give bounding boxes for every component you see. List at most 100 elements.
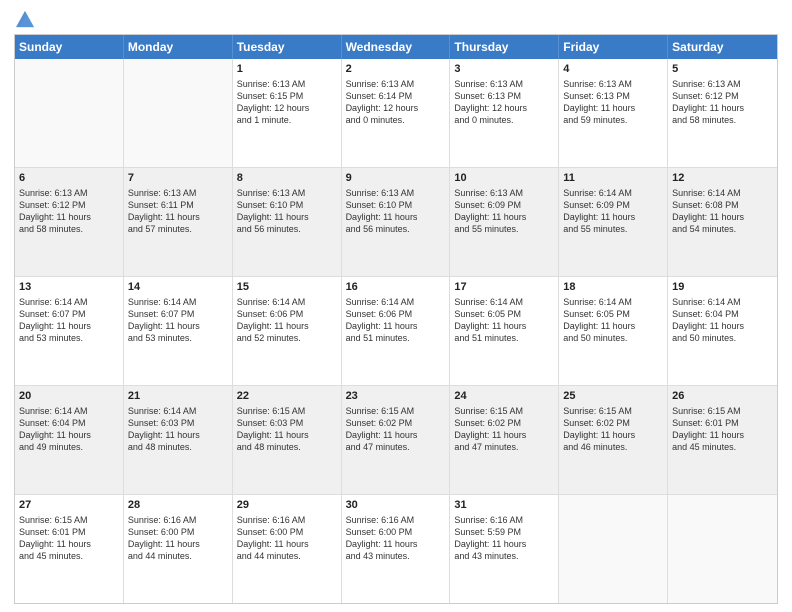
cell-info: Sunrise: 6:13 AM Sunset: 6:12 PM Dayligh… [672, 78, 773, 127]
day-number: 20 [19, 389, 119, 404]
cell-info: Sunrise: 6:14 AM Sunset: 6:06 PM Dayligh… [237, 296, 337, 345]
calendar-cell: 2Sunrise: 6:13 AM Sunset: 6:14 PM Daylig… [342, 59, 451, 167]
cell-info: Sunrise: 6:13 AM Sunset: 6:13 PM Dayligh… [563, 78, 663, 127]
week-row-4: 27Sunrise: 6:15 AM Sunset: 6:01 PM Dayli… [15, 494, 777, 603]
calendar-cell: 9Sunrise: 6:13 AM Sunset: 6:10 PM Daylig… [342, 168, 451, 276]
cell-info: Sunrise: 6:16 AM Sunset: 6:00 PM Dayligh… [128, 514, 228, 563]
calendar-cell: 12Sunrise: 6:14 AM Sunset: 6:08 PM Dayli… [668, 168, 777, 276]
cell-info: Sunrise: 6:13 AM Sunset: 6:13 PM Dayligh… [454, 78, 554, 127]
cell-info: Sunrise: 6:14 AM Sunset: 6:04 PM Dayligh… [19, 405, 119, 454]
day-number: 10 [454, 171, 554, 186]
cell-info: Sunrise: 6:13 AM Sunset: 6:09 PM Dayligh… [454, 187, 554, 236]
day-number: 6 [19, 171, 119, 186]
day-header-friday: Friday [559, 35, 668, 59]
cell-info: Sunrise: 6:13 AM Sunset: 6:10 PM Dayligh… [346, 187, 446, 236]
cell-info: Sunrise: 6:15 AM Sunset: 6:03 PM Dayligh… [237, 405, 337, 454]
cell-info: Sunrise: 6:13 AM Sunset: 6:11 PM Dayligh… [128, 187, 228, 236]
cell-info: Sunrise: 6:14 AM Sunset: 6:05 PM Dayligh… [454, 296, 554, 345]
calendar-cell: 30Sunrise: 6:16 AM Sunset: 6:00 PM Dayli… [342, 495, 451, 603]
calendar-cell: 4Sunrise: 6:13 AM Sunset: 6:13 PM Daylig… [559, 59, 668, 167]
cell-info: Sunrise: 6:15 AM Sunset: 6:02 PM Dayligh… [454, 405, 554, 454]
week-row-1: 6Sunrise: 6:13 AM Sunset: 6:12 PM Daylig… [15, 167, 777, 276]
calendar-cell: 15Sunrise: 6:14 AM Sunset: 6:06 PM Dayli… [233, 277, 342, 385]
calendar-cell: 11Sunrise: 6:14 AM Sunset: 6:09 PM Dayli… [559, 168, 668, 276]
cell-info: Sunrise: 6:13 AM Sunset: 6:14 PM Dayligh… [346, 78, 446, 127]
day-number: 19 [672, 280, 773, 295]
cell-info: Sunrise: 6:14 AM Sunset: 6:06 PM Dayligh… [346, 296, 446, 345]
logo [14, 10, 34, 28]
cell-info: Sunrise: 6:13 AM Sunset: 6:12 PM Dayligh… [19, 187, 119, 236]
day-number: 12 [672, 171, 773, 186]
week-row-2: 13Sunrise: 6:14 AM Sunset: 6:07 PM Dayli… [15, 276, 777, 385]
calendar-cell: 19Sunrise: 6:14 AM Sunset: 6:04 PM Dayli… [668, 277, 777, 385]
cell-info: Sunrise: 6:14 AM Sunset: 6:07 PM Dayligh… [128, 296, 228, 345]
day-number: 29 [237, 498, 337, 513]
day-number: 28 [128, 498, 228, 513]
calendar-cell: 26Sunrise: 6:15 AM Sunset: 6:01 PM Dayli… [668, 386, 777, 494]
calendar-cell: 6Sunrise: 6:13 AM Sunset: 6:12 PM Daylig… [15, 168, 124, 276]
week-row-3: 20Sunrise: 6:14 AM Sunset: 6:04 PM Dayli… [15, 385, 777, 494]
calendar-cell: 29Sunrise: 6:16 AM Sunset: 6:00 PM Dayli… [233, 495, 342, 603]
day-number: 23 [346, 389, 446, 404]
cell-info: Sunrise: 6:16 AM Sunset: 5:59 PM Dayligh… [454, 514, 554, 563]
cell-info: Sunrise: 6:15 AM Sunset: 6:02 PM Dayligh… [563, 405, 663, 454]
calendar-cell: 21Sunrise: 6:14 AM Sunset: 6:03 PM Dayli… [124, 386, 233, 494]
logo-icon [16, 10, 34, 28]
cell-info: Sunrise: 6:14 AM Sunset: 6:04 PM Dayligh… [672, 296, 773, 345]
calendar-cell: 23Sunrise: 6:15 AM Sunset: 6:02 PM Dayli… [342, 386, 451, 494]
cell-info: Sunrise: 6:15 AM Sunset: 6:01 PM Dayligh… [19, 514, 119, 563]
calendar-cell: 31Sunrise: 6:16 AM Sunset: 5:59 PM Dayli… [450, 495, 559, 603]
calendar-cell: 14Sunrise: 6:14 AM Sunset: 6:07 PM Dayli… [124, 277, 233, 385]
calendar-cell: 25Sunrise: 6:15 AM Sunset: 6:02 PM Dayli… [559, 386, 668, 494]
day-number: 1 [237, 62, 337, 77]
day-number: 17 [454, 280, 554, 295]
calendar-cell [124, 59, 233, 167]
calendar-cell: 13Sunrise: 6:14 AM Sunset: 6:07 PM Dayli… [15, 277, 124, 385]
day-number: 13 [19, 280, 119, 295]
day-header-tuesday: Tuesday [233, 35, 342, 59]
cell-info: Sunrise: 6:14 AM Sunset: 6:07 PM Dayligh… [19, 296, 119, 345]
calendar-cell: 17Sunrise: 6:14 AM Sunset: 6:05 PM Dayli… [450, 277, 559, 385]
calendar-body: 1Sunrise: 6:13 AM Sunset: 6:15 PM Daylig… [15, 59, 777, 603]
cell-info: Sunrise: 6:16 AM Sunset: 6:00 PM Dayligh… [346, 514, 446, 563]
calendar-cell: 10Sunrise: 6:13 AM Sunset: 6:09 PM Dayli… [450, 168, 559, 276]
cell-info: Sunrise: 6:14 AM Sunset: 6:03 PM Dayligh… [128, 405, 228, 454]
day-number: 25 [563, 389, 663, 404]
calendar-cell [559, 495, 668, 603]
calendar-cell [668, 495, 777, 603]
day-number: 31 [454, 498, 554, 513]
cell-info: Sunrise: 6:14 AM Sunset: 6:08 PM Dayligh… [672, 187, 773, 236]
header [14, 10, 778, 28]
day-number: 11 [563, 171, 663, 186]
cell-info: Sunrise: 6:15 AM Sunset: 6:02 PM Dayligh… [346, 405, 446, 454]
day-number: 16 [346, 280, 446, 295]
day-number: 22 [237, 389, 337, 404]
calendar-cell: 1Sunrise: 6:13 AM Sunset: 6:15 PM Daylig… [233, 59, 342, 167]
calendar-cell: 7Sunrise: 6:13 AM Sunset: 6:11 PM Daylig… [124, 168, 233, 276]
calendar-cell: 18Sunrise: 6:14 AM Sunset: 6:05 PM Dayli… [559, 277, 668, 385]
day-number: 21 [128, 389, 228, 404]
day-number: 2 [346, 62, 446, 77]
cell-info: Sunrise: 6:16 AM Sunset: 6:00 PM Dayligh… [237, 514, 337, 563]
cell-info: Sunrise: 6:13 AM Sunset: 6:10 PM Dayligh… [237, 187, 337, 236]
calendar-cell: 22Sunrise: 6:15 AM Sunset: 6:03 PM Dayli… [233, 386, 342, 494]
calendar-cell: 20Sunrise: 6:14 AM Sunset: 6:04 PM Dayli… [15, 386, 124, 494]
calendar-cell: 16Sunrise: 6:14 AM Sunset: 6:06 PM Dayli… [342, 277, 451, 385]
calendar-cell: 8Sunrise: 6:13 AM Sunset: 6:10 PM Daylig… [233, 168, 342, 276]
calendar-cell: 24Sunrise: 6:15 AM Sunset: 6:02 PM Dayli… [450, 386, 559, 494]
day-number: 9 [346, 171, 446, 186]
day-number: 30 [346, 498, 446, 513]
day-number: 7 [128, 171, 228, 186]
calendar: SundayMondayTuesdayWednesdayThursdayFrid… [14, 34, 778, 604]
calendar-cell: 28Sunrise: 6:16 AM Sunset: 6:00 PM Dayli… [124, 495, 233, 603]
day-header-sunday: Sunday [15, 35, 124, 59]
day-number: 27 [19, 498, 119, 513]
cell-info: Sunrise: 6:14 AM Sunset: 6:05 PM Dayligh… [563, 296, 663, 345]
day-number: 26 [672, 389, 773, 404]
day-number: 15 [237, 280, 337, 295]
day-number: 4 [563, 62, 663, 77]
week-row-0: 1Sunrise: 6:13 AM Sunset: 6:15 PM Daylig… [15, 59, 777, 167]
calendar-cell: 5Sunrise: 6:13 AM Sunset: 6:12 PM Daylig… [668, 59, 777, 167]
cell-info: Sunrise: 6:15 AM Sunset: 6:01 PM Dayligh… [672, 405, 773, 454]
calendar-cell [15, 59, 124, 167]
